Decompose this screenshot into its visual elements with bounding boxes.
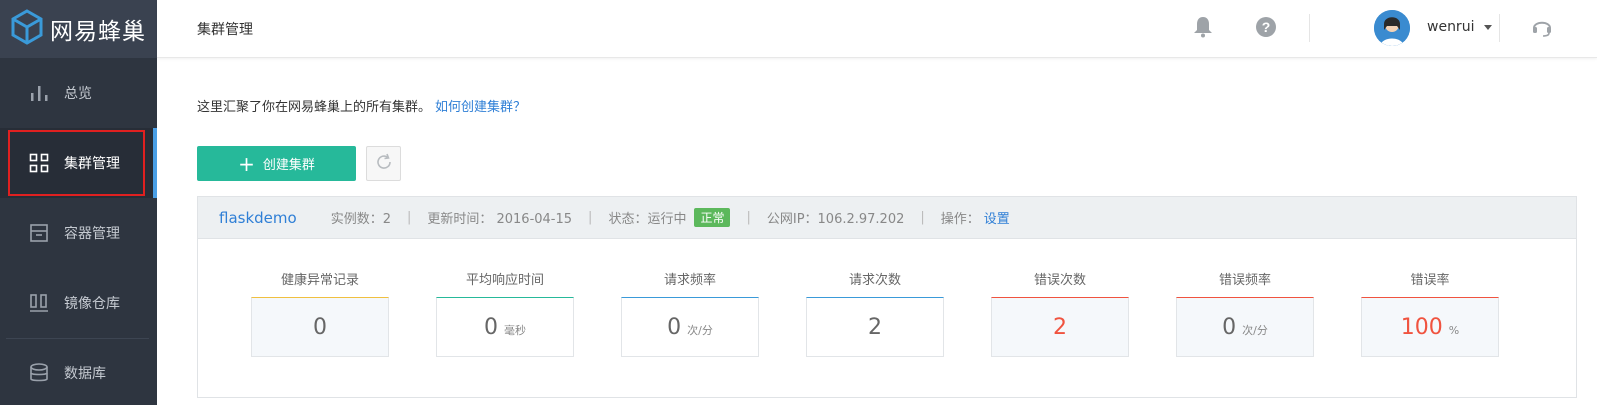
metric-value-box: 0 次/分: [1176, 297, 1314, 357]
metric-label: 健康异常记录: [280, 273, 359, 288]
divider: |: [588, 210, 593, 225]
metric-value: 100: [1400, 314, 1443, 340]
grid-icon: [28, 152, 50, 174]
chevron-down-icon[interactable]: [1484, 25, 1492, 30]
metric-value-box: 0: [251, 297, 389, 357]
metric-label: 错误率: [1410, 273, 1450, 288]
metric-unit: %: [1448, 323, 1460, 337]
metric-value-box: 2: [806, 297, 944, 357]
operations-label: 操作：: [940, 212, 980, 227]
bell-icon[interactable]: [1190, 14, 1216, 40]
brand-logo[interactable]: 网易蜂巢: [0, 0, 157, 58]
top-header: 集群管理 ? wenrui: [157, 0, 1597, 58]
divider: |: [920, 210, 925, 225]
cluster-name-link[interactable]: flaskdemo: [219, 209, 297, 227]
status-text: 状态：运行中: [608, 212, 687, 227]
metric-value-box: 0 毫秒: [436, 297, 574, 357]
instance-count: 实例数：2: [330, 212, 391, 227]
avatar[interactable]: [1374, 10, 1410, 46]
sidebar: 网易蜂巢 总览 集群管理 容器管理 镜像仓库 数据库: [0, 0, 157, 405]
database-icon: [28, 362, 50, 384]
create-cluster-button[interactable]: + 创建集群: [197, 146, 356, 181]
sidebar-item-image-repo[interactable]: 镜像仓库: [0, 268, 157, 338]
metric-label: 请求频率: [663, 273, 716, 288]
metric-value: 2: [1053, 314, 1067, 340]
hive-cube-icon: [10, 9, 44, 49]
sidebar-item-label: 总览: [64, 86, 92, 102]
refresh-icon: [375, 153, 393, 175]
brand-name: 网易蜂巢: [50, 19, 146, 45]
status-badge: 正常: [694, 208, 731, 227]
create-cluster-label: 创建集群: [262, 158, 315, 173]
bar-chart-icon: [28, 82, 50, 104]
public-ip: 公网IP：106.2.97.202: [766, 212, 905, 227]
how-to-create-link[interactable]: 如何创建集群？: [435, 100, 526, 115]
sidebar-item-database[interactable]: 数据库: [0, 338, 157, 405]
metric-value: 2: [868, 314, 882, 340]
sidebar-item-label: 数据库: [64, 366, 106, 382]
sidebar-item-label: 镜像仓库: [64, 296, 120, 312]
metric-value: 0: [667, 314, 682, 340]
app-root: 网易蜂巢 总览 集群管理 容器管理 镜像仓库 数据库 集群管理 ? wenrui…: [0, 0, 1597, 405]
username[interactable]: wenrui: [1427, 19, 1474, 35]
metric-label: 错误次数: [1033, 273, 1086, 288]
header-divider: [1309, 14, 1310, 42]
metric-value-box: 100 %: [1361, 297, 1499, 357]
help-icon[interactable]: ?: [1253, 14, 1279, 40]
headset-icon[interactable]: [1529, 14, 1555, 40]
cluster-header: flaskdemo 实例数：2 | 更新时间： 2016-04-15 | 状态：…: [198, 197, 1576, 239]
archive-box-icon: [28, 222, 50, 244]
metric-label: 错误频率: [1218, 273, 1271, 288]
metric-unit: 次/分: [1242, 324, 1268, 337]
metric-value-box: 2: [991, 297, 1129, 357]
svg-text:?: ?: [1262, 19, 1271, 35]
metric-label: 平均响应时间: [465, 273, 544, 288]
header-divider: [1499, 14, 1500, 42]
metric-label: 请求次数: [848, 273, 901, 288]
intro-description: 这里汇聚了你在网易蜂巢上的所有集群。: [197, 100, 432, 115]
sidebar-item-label: 集群管理: [64, 156, 120, 172]
metric-value: 0: [313, 314, 327, 340]
metric-value-box: 0 次/分: [621, 297, 759, 357]
sidebar-item-label: 容器管理: [64, 226, 120, 242]
sidebar-item-container[interactable]: 容器管理: [0, 198, 157, 268]
cluster-card: flaskdemo 实例数：2 | 更新时间： 2016-04-15 | 状态：…: [197, 196, 1577, 398]
refresh-button[interactable]: [366, 146, 401, 181]
metric-value: 0: [1222, 314, 1237, 340]
sidebar-item-cluster[interactable]: 集群管理: [0, 128, 157, 198]
settings-link[interactable]: 设置: [984, 208, 1010, 227]
metric-value: 0: [484, 314, 498, 340]
columns-icon: [28, 292, 50, 314]
divider: |: [406, 210, 412, 225]
breadcrumb: 集群管理: [197, 22, 253, 38]
intro-text: 这里汇聚了你在网易蜂巢上的所有集群。 如何创建集群？: [197, 96, 526, 115]
metric-unit: 次/分: [687, 324, 713, 337]
plus-icon: +: [238, 151, 255, 176]
sidebar-item-overview[interactable]: 总览: [0, 58, 157, 128]
divider: |: [746, 210, 751, 225]
metric-unit: 毫秒: [504, 324, 526, 337]
update-time: 更新时间： 2016-04-15: [427, 212, 573, 227]
